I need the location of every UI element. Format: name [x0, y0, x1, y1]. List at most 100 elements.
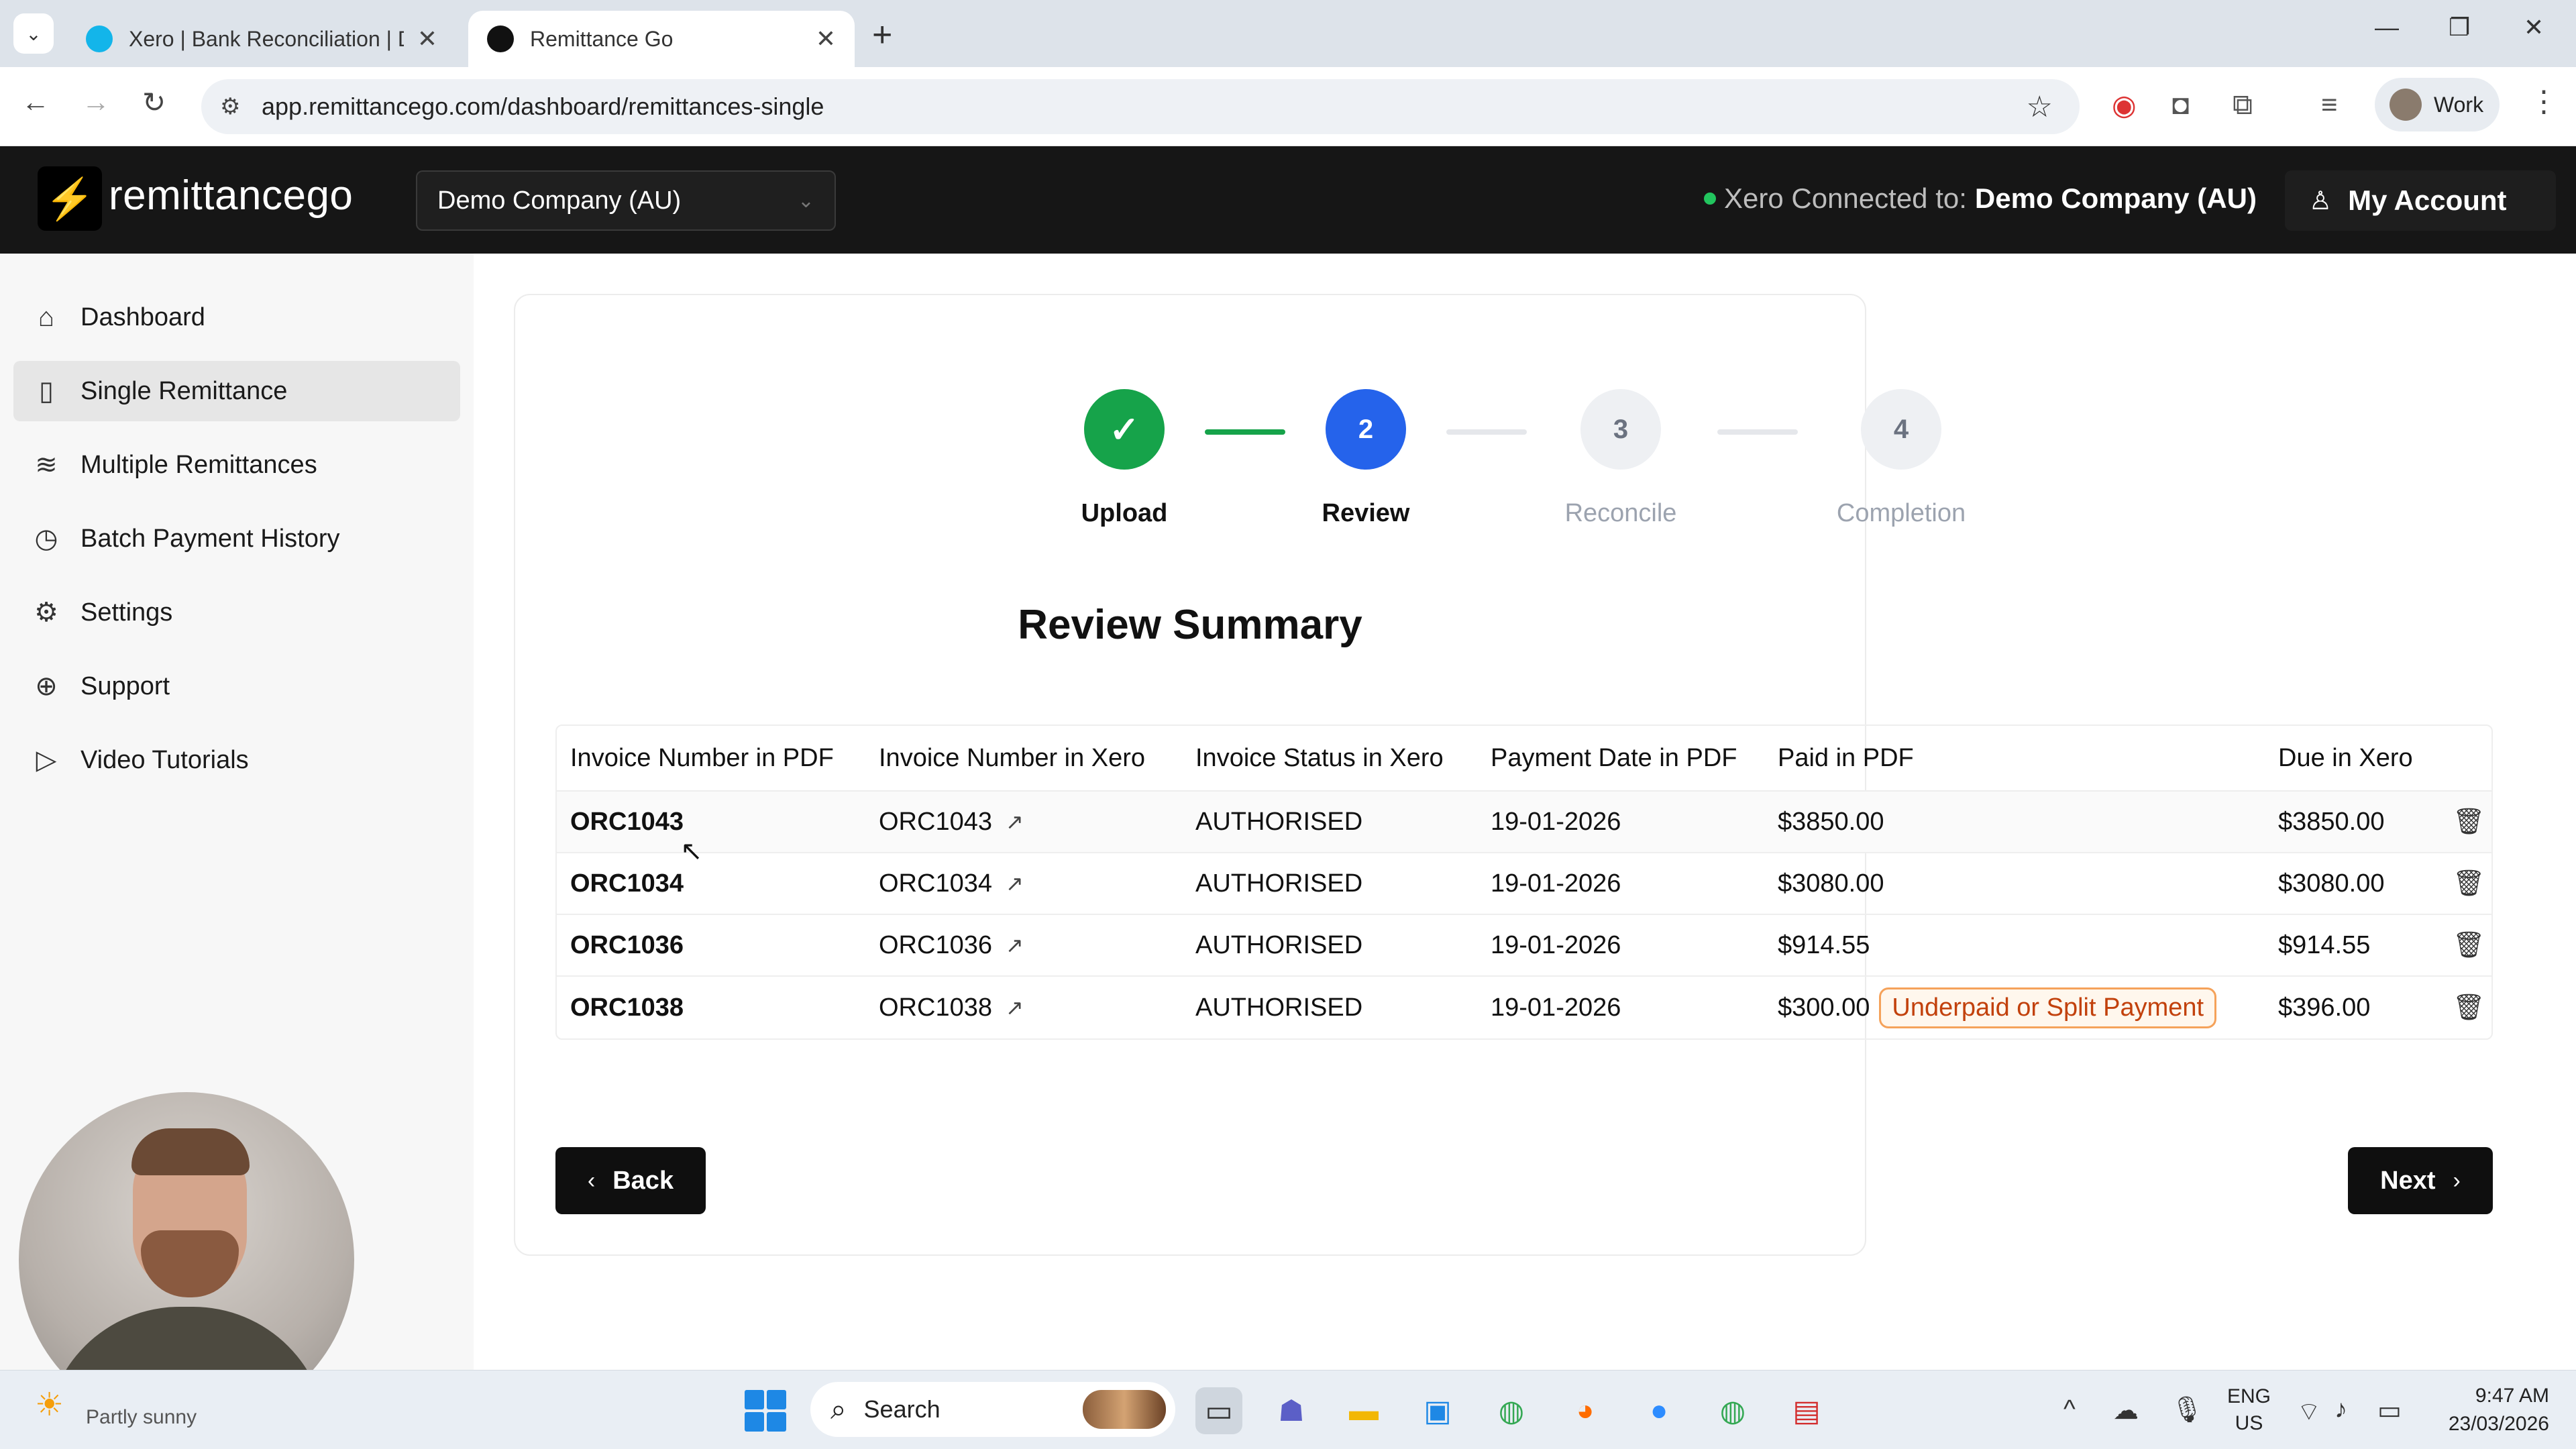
- paid-in-pdf-cell: $300.00 Underpaid or Split Payment: [1778, 977, 2217, 1038]
- payment-date: 19-01-2026: [1491, 993, 1621, 1022]
- table-row: ORC1034 ORC1034 ↗ AUTHORISED 19-01-2026 …: [557, 853, 2491, 915]
- paid-in-pdf: $3080.00: [1778, 869, 1884, 898]
- tab-xero[interactable]: Xero | Bank Reconciliation | Dem ✕: [67, 11, 456, 67]
- xero-invoice-link[interactable]: ORC1034 ↗: [879, 853, 1024, 914]
- xero-status-label: Xero Connected to:: [1724, 182, 1967, 214]
- xero-invoice-number: ORC1043: [879, 807, 992, 836]
- page-title: Review Summary: [1018, 602, 1362, 648]
- clock-icon: ◷: [34, 524, 58, 553]
- url-bar[interactable]: ⚙ app.remittancego.com/dashboard/remitta…: [201, 79, 2080, 134]
- system-clock[interactable]: 9:47 AM 23/03/2026: [2428, 1382, 2549, 1438]
- site-info-icon[interactable]: ⚙: [220, 93, 240, 120]
- sidebar-item-label: Dashboard: [80, 303, 205, 331]
- window-close-icon[interactable]: ✕: [2524, 13, 2544, 42]
- column-header: Due in Xero: [2278, 743, 2413, 772]
- task-view-icon[interactable]: ▭: [1195, 1387, 1242, 1434]
- camera-icon[interactable]: ◘: [2172, 89, 2189, 121]
- chrome-profile-icon[interactable]: ◍: [1709, 1387, 1756, 1434]
- delete-row-button[interactable]: 🗑: [2453, 915, 2485, 975]
- external-link-icon[interactable]: ↗: [1006, 871, 1024, 896]
- xero-invoice-link[interactable]: ORC1038 ↗: [879, 977, 1024, 1038]
- forward-arrow-icon[interactable]: →: [82, 86, 110, 118]
- windows-start-icon[interactable]: [745, 1390, 786, 1432]
- sidebar-item-support[interactable]: ⊕ Support: [13, 656, 460, 716]
- close-icon[interactable]: ✕: [417, 25, 437, 53]
- delete-row-button[interactable]: 🗑: [2453, 853, 2485, 914]
- taskbar-search[interactable]: ⌕ Search: [810, 1382, 1175, 1437]
- step-label: Reconcile: [1564, 499, 1677, 527]
- mouse-cursor-icon: ↖: [680, 837, 703, 866]
- chrome-icon[interactable]: ◍: [1488, 1387, 1535, 1434]
- chevron-down-icon: ⌄: [797, 189, 814, 212]
- search-highlight-image: [1083, 1390, 1166, 1429]
- my-account-button[interactable]: ♙ My Account: [2285, 170, 2556, 231]
- external-link-icon[interactable]: ↗: [1006, 995, 1024, 1020]
- sidebar-item-dashboard[interactable]: ⌂ Dashboard: [13, 287, 460, 347]
- review-table: Invoice Number in PDF Invoice Number in …: [555, 724, 2493, 1040]
- tab-search-dropdown-icon[interactable]: ⌄: [13, 13, 54, 54]
- media-icon[interactable]: ≡: [2321, 89, 2338, 121]
- sidebar-item-batch-payment-history[interactable]: ◷ Batch Payment History: [13, 508, 460, 569]
- wifi-icon[interactable]: ⌔: [2297, 1395, 2321, 1428]
- sidebar-item-multiple-remittances[interactable]: ≋ Multiple Remittances: [13, 435, 460, 495]
- payment-date: 19-01-2026: [1491, 807, 1621, 836]
- restore-icon[interactable]: ❐: [2449, 13, 2470, 42]
- step-review: 2 Review: [1265, 389, 1466, 528]
- back-arrow-icon[interactable]: ←: [21, 86, 50, 118]
- puzzle-icon[interactable]: ⧉: [2233, 89, 2253, 121]
- teams-icon[interactable]: ☗: [1268, 1387, 1315, 1434]
- paid-in-pdf: $300.00: [1778, 993, 1870, 1022]
- language-indicator[interactable]: ENG US: [2227, 1383, 2271, 1437]
- sidebar-item-label: Batch Payment History: [80, 524, 340, 553]
- home-icon: ⌂: [38, 302, 55, 332]
- extension-icon[interactable]: ◉: [2112, 89, 2137, 121]
- paid-in-pdf: $3850.00: [1778, 807, 1884, 836]
- sidebar-item-settings[interactable]: ⚙ Settings: [13, 582, 460, 643]
- table-header-row: Invoice Number in PDF Invoice Number in …: [557, 726, 2491, 792]
- profile-chip[interactable]: Work: [2375, 78, 2500, 131]
- sidebar-item-video-tutorials[interactable]: ▷ Video Tutorials: [13, 730, 460, 790]
- step-label: Completion: [1836, 499, 1966, 527]
- delete-row-button[interactable]: 🗑: [2453, 792, 2485, 852]
- new-tab-icon[interactable]: +: [872, 15, 892, 55]
- microphone-icon[interactable]: 🎙: [2171, 1395, 2203, 1425]
- tab-remittance-go[interactable]: Remittance Go ✕: [468, 11, 855, 67]
- payment-date: 19-01-2026: [1491, 930, 1621, 959]
- delete-row-button[interactable]: 🗑: [2453, 977, 2485, 1038]
- battery-icon[interactable]: ▭: [2377, 1395, 2402, 1426]
- external-link-icon[interactable]: ↗: [1006, 932, 1024, 958]
- stepper-connector-pending: [1717, 429, 1798, 435]
- xero-favicon-icon: [86, 25, 113, 52]
- weather-icon[interactable]: ☀: [35, 1386, 64, 1424]
- minimize-icon[interactable]: —: [2375, 13, 2399, 42]
- chevron-up-icon[interactable]: ^: [2063, 1395, 2076, 1424]
- weather-text: Partly sunny: [86, 1406, 197, 1428]
- pdf-app-icon[interactable]: ▤: [1783, 1387, 1830, 1434]
- star-icon[interactable]: ☆: [2027, 90, 2053, 124]
- more-menu-icon[interactable]: ⋮: [2529, 85, 2559, 119]
- layers-icon: ≋: [35, 450, 58, 480]
- file-explorer-icon[interactable]: ▬: [1340, 1387, 1387, 1434]
- column-header: Invoice Number in PDF: [570, 743, 834, 772]
- step-label: Upload: [1081, 499, 1168, 527]
- reload-icon[interactable]: ↻: [142, 86, 166, 119]
- pdf-invoice-number: ORC1038: [570, 993, 684, 1022]
- company-select[interactable]: Demo Company (AU) ⌄: [416, 170, 836, 231]
- invoice-status: AUTHORISED: [1195, 807, 1363, 836]
- sidebar-item-single-remittance[interactable]: ▯ Single Remittance: [13, 361, 460, 421]
- xero-invoice-link[interactable]: ORC1036 ↗: [879, 915, 1024, 975]
- next-label: Next: [2380, 1166, 2436, 1195]
- firefox-icon[interactable]: ◕: [1562, 1387, 1609, 1434]
- company-select-value: Demo Company (AU): [437, 186, 682, 215]
- close-icon[interactable]: ✕: [816, 25, 836, 53]
- store-icon[interactable]: ▣: [1414, 1387, 1461, 1434]
- xero-invoice-link[interactable]: ORC1043 ↗: [879, 792, 1024, 852]
- external-link-icon[interactable]: ↗: [1006, 809, 1024, 835]
- sidebar-item-label: Multiple Remittances: [80, 450, 317, 479]
- zoom-icon[interactable]: ●: [1635, 1387, 1682, 1434]
- table-row: ORC1036 ORC1036 ↗ AUTHORISED 19-01-2026 …: [557, 915, 2491, 977]
- volume-icon[interactable]: ♪: [2334, 1395, 2347, 1424]
- back-button[interactable]: ‹ Back: [555, 1147, 706, 1214]
- cloud-off-icon[interactable]: ☁: [2113, 1395, 2139, 1426]
- next-button[interactable]: Next ›: [2348, 1147, 2493, 1214]
